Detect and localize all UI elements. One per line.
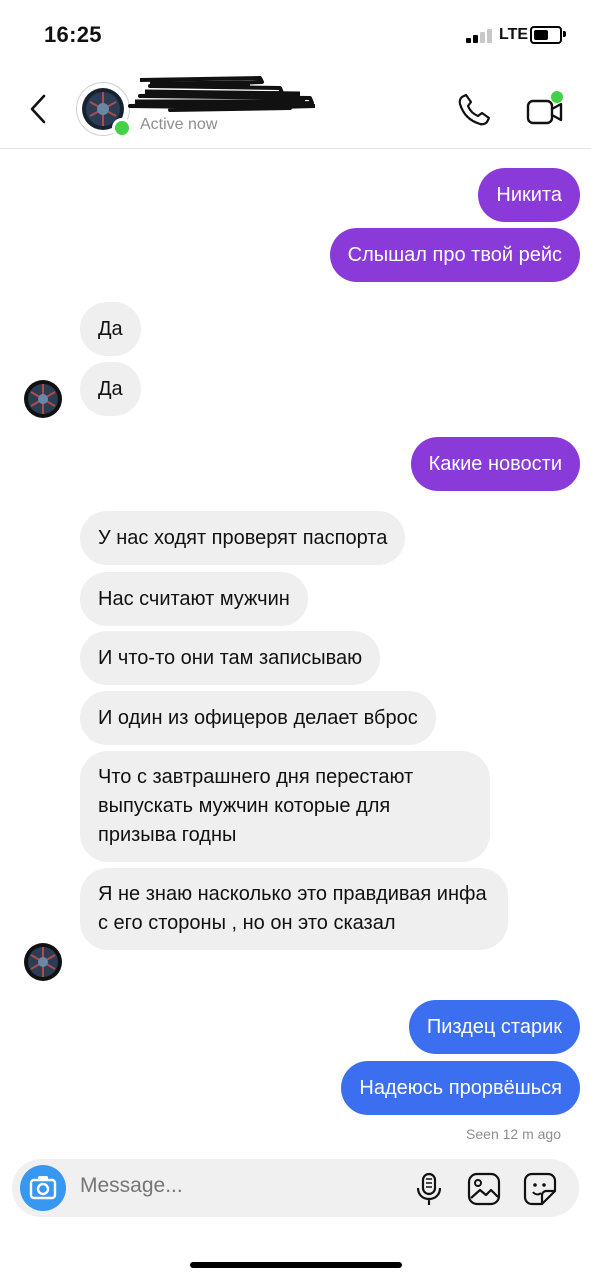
message-incoming[interactable]: Что с завтрашнего дня перестают выпускат…	[80, 751, 490, 862]
message-composer	[12, 1159, 579, 1217]
message-incoming[interactable]: И что-то они там записываю	[80, 631, 381, 685]
active-status-label: Active now	[140, 116, 218, 133]
image-icon[interactable]	[466, 1171, 502, 1207]
sticker-icon[interactable]	[522, 1171, 558, 1207]
message-incoming[interactable]: Нас считают мужчин	[80, 572, 308, 626]
status-time: 16:25	[44, 22, 102, 47]
message-outgoing[interactable]: Пиздец старик	[408, 1000, 580, 1054]
network-type: LTE	[499, 26, 529, 43]
chat-header: Active now	[0, 70, 591, 149]
message-incoming[interactable]: Я не знаю насколько это правдивая инфа с…	[80, 868, 508, 950]
battery-icon	[530, 26, 566, 44]
message-outgoing[interactable]: Какие новости	[410, 437, 580, 491]
signal-strength-icon	[466, 29, 496, 43]
camera-icon	[29, 1176, 57, 1200]
message-outgoing[interactable]: Надеюсь прорвёшься	[341, 1061, 580, 1115]
message-incoming[interactable]: Да	[80, 362, 141, 416]
message-incoming[interactable]: У нас ходят проверят паспорта	[80, 511, 406, 565]
message-outgoing[interactable]: Никита	[478, 168, 580, 222]
home-indicator	[190, 1262, 402, 1268]
message-outgoing[interactable]: Слышал про твой рейс	[329, 228, 580, 282]
message-input[interactable]	[80, 1174, 380, 1198]
contact-avatar-small[interactable]	[24, 380, 62, 418]
redaction-scribble	[128, 76, 316, 112]
chevron-left-icon[interactable]	[26, 90, 54, 128]
contact-avatar-small[interactable]	[24, 943, 62, 981]
status-bar: 16:25 LTE	[0, 0, 591, 70]
seen-receipt: Seen 12 m ago	[466, 1126, 561, 1142]
message-incoming[interactable]: И один из офицеров делает вброс	[80, 691, 436, 745]
online-status-dot	[112, 118, 132, 138]
message-incoming[interactable]: Да	[80, 302, 141, 356]
camera-button[interactable]	[20, 1165, 66, 1211]
video-camera-icon[interactable]	[524, 90, 566, 130]
microphone-icon[interactable]	[414, 1171, 444, 1207]
phone-icon[interactable]	[456, 92, 492, 128]
